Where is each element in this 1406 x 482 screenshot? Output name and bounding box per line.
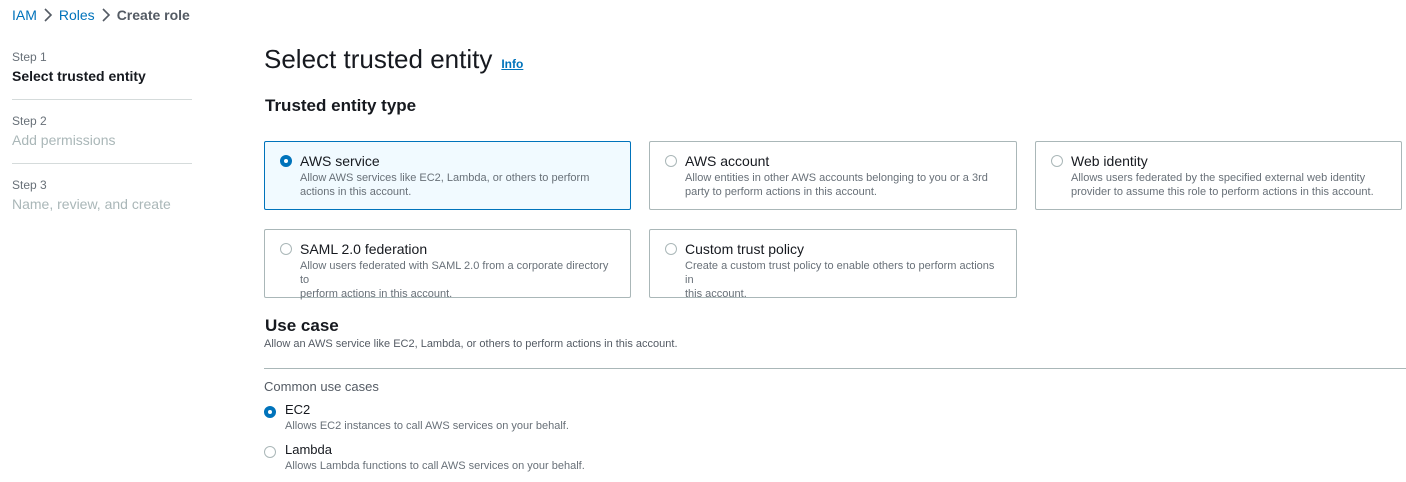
create-role-page: IAM Roles Create role Step 1 Select trus… [0, 0, 1406, 482]
breadcrumb-iam-link[interactable]: IAM [12, 7, 37, 23]
step-label: Select trusted entity [12, 68, 146, 84]
step-label: Name, review, and create [12, 196, 171, 212]
radio-icon[interactable] [264, 446, 276, 458]
tile-description: Allow users federated with SAML 2.0 from… [300, 259, 616, 301]
wizard-step-2: Step 2 Add permissions [12, 114, 192, 164]
wizard-step-3: Step 3 Name, review, and create [12, 178, 192, 227]
option-title: EC2 [285, 402, 311, 417]
radio-icon[interactable] [264, 406, 276, 418]
step-label: Add permissions [12, 132, 116, 148]
tile-description-line: Create a custom trust policy to enable o… [685, 260, 995, 286]
tile-saml-federation[interactable]: SAML 2.0 federation Allow users federate… [264, 229, 631, 301]
use-case-description: Allow an AWS service like EC2, Lambda, o… [264, 338, 678, 350]
wizard-steps-nav: Step 1 Select trusted entity Step 2 Add … [12, 50, 192, 241]
page-header: Select trusted entity Info [264, 44, 523, 75]
tile-title: AWS service [300, 153, 380, 169]
tile-title: Custom trust policy [685, 241, 805, 257]
tile-description-line: Allows users federated by the specified … [1071, 172, 1366, 184]
tile-description: Allows users federated by the specified … [1071, 171, 1387, 199]
radio-icon[interactable] [280, 155, 292, 167]
radio-icon[interactable] [665, 243, 677, 255]
tile-description-line: perform actions in this account. [300, 288, 453, 300]
tile-aws-account[interactable]: AWS account Allow entities in other AWS … [649, 141, 1017, 210]
info-link[interactable]: Info [501, 57, 523, 71]
step-number: Step 3 [12, 178, 47, 192]
breadcrumb-current: Create role [116, 7, 190, 23]
tile-description: Allow AWS services like EC2, Lambda, or … [300, 171, 616, 199]
breadcrumb-roles-link[interactable]: Roles [59, 7, 95, 23]
tile-description-line: Allow users federated with SAML 2.0 from… [300, 260, 609, 286]
radio-icon[interactable] [1051, 155, 1063, 167]
chevron-right-icon [37, 8, 59, 22]
page-title: Select trusted entity [264, 44, 493, 74]
tile-web-identity[interactable]: Web identity Allows users federated by t… [1035, 141, 1402, 210]
tile-description-line: party to perform actions in this account… [685, 186, 877, 198]
tile-description: Allow entities in other AWS accounts bel… [685, 171, 1002, 199]
use-case-heading: Use case [265, 316, 339, 335]
tile-description-line: actions in this account. [300, 186, 412, 198]
radio-icon[interactable] [280, 243, 292, 255]
section-divider [264, 368, 1406, 369]
tile-aws-service[interactable]: AWS service Allow AWS services like EC2,… [264, 141, 631, 210]
tile-description-line: Allow entities in other AWS accounts bel… [685, 172, 988, 184]
option-description: Allows Lambda functions to call AWS serv… [285, 460, 585, 472]
tile-description: Create a custom trust policy to enable o… [685, 259, 1002, 301]
tile-title: Web identity [1071, 153, 1148, 169]
common-use-cases-label: Common use cases [264, 379, 379, 394]
step-number: Step 2 [12, 114, 47, 128]
trusted-entity-heading: Trusted entity type [265, 96, 417, 115]
chevron-right-icon [95, 8, 117, 22]
tile-description-line: Allow AWS services like EC2, Lambda, or … [300, 172, 590, 184]
tile-description-line: this account. [685, 288, 747, 300]
radio-icon[interactable] [665, 155, 677, 167]
tile-description-line: provider to assume this role to perform … [1071, 186, 1374, 198]
option-title: Lambda [285, 442, 332, 457]
wizard-step-1: Step 1 Select trusted entity [12, 50, 192, 100]
tile-title: AWS account [685, 153, 770, 169]
tile-title: SAML 2.0 federation [300, 241, 428, 257]
option-description: Allows EC2 instances to call AWS service… [285, 420, 569, 432]
breadcrumb: IAM Roles Create role [12, 6, 190, 24]
step-number: Step 1 [12, 50, 47, 64]
tile-custom-trust-policy[interactable]: Custom trust policy Create a custom trus… [649, 229, 1017, 301]
